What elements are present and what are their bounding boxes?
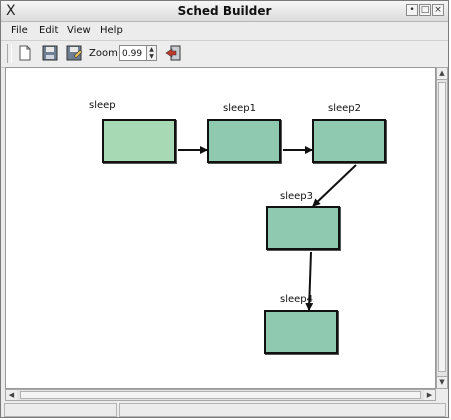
zoom-input[interactable]: 0.99 [119, 45, 147, 61]
vertical-scroll-thumb[interactable] [438, 82, 446, 372]
window-title: Sched Builder [177, 4, 272, 18]
save-as-icon [66, 45, 83, 61]
chevron-down-icon[interactable]: ▼ [147, 53, 156, 60]
title-bar[interactable]: X Sched Builder • □ × [1, 1, 448, 22]
status-cell-left [4, 403, 117, 417]
node-label-sleep4: sleep4 [280, 294, 314, 305]
scroll-down-icon[interactable]: ▼ [437, 376, 447, 388]
menu-view[interactable]: View [67, 25, 91, 37]
zoom-stepper[interactable]: ▲ ▼ [147, 45, 157, 61]
close-button[interactable]: × [432, 4, 444, 16]
export-button[interactable] [164, 44, 182, 62]
vertical-scrollbar[interactable]: ▲ ▼ [436, 67, 448, 389]
scroll-left-icon[interactable]: ◀ [6, 390, 17, 400]
maximize-button[interactable]: □ [419, 4, 431, 16]
scroll-corner [436, 389, 448, 401]
node-label-sleep2: sleep2 [328, 103, 362, 114]
scroll-right-icon[interactable]: ▶ [424, 390, 435, 400]
node-sleep[interactable] [102, 119, 176, 163]
app-window: X Sched Builder • □ × File Edit View Hel… [0, 0, 449, 418]
graph-canvas[interactable]: sleep sleep1 sleep2 sleep3 sleep4 [5, 67, 436, 389]
toolbar: Zoom 0.99 ▲ ▼ [1, 40, 448, 68]
node-sleep2[interactable] [312, 119, 386, 163]
menu-edit[interactable]: Edit [39, 25, 58, 37]
menu-file[interactable]: File [11, 25, 28, 37]
menu-bar: File Edit View Help [1, 22, 448, 40]
node-sleep1[interactable] [207, 119, 281, 163]
menu-help[interactable]: Help [100, 25, 123, 37]
zoom-label: Zoom [89, 48, 118, 59]
save-as-button[interactable] [65, 44, 83, 62]
export-icon [165, 45, 181, 61]
graph-edges [178, 146, 357, 311]
node-label-sleep: sleep [89, 100, 116, 111]
node-sleep3[interactable] [266, 206, 340, 250]
status-cell-right [119, 403, 446, 417]
minimize-button[interactable]: • [406, 4, 418, 16]
toolbar-grip[interactable] [7, 44, 12, 63]
node-label-sleep3: sleep3 [280, 191, 314, 202]
horizontal-scrollbar[interactable]: ◀ ▶ [5, 389, 436, 401]
status-bar [1, 402, 448, 418]
save-button[interactable] [41, 44, 59, 62]
edge-sleep2-sleep3 [312, 164, 357, 207]
node-label-sleep1: sleep1 [223, 103, 257, 114]
node-sleep4[interactable] [264, 310, 338, 354]
chevron-up-icon[interactable]: ▲ [147, 46, 156, 53]
new-file-button[interactable] [16, 44, 34, 62]
horizontal-scroll-thumb[interactable] [20, 391, 421, 399]
save-icon [42, 45, 58, 61]
scroll-up-icon[interactable]: ▲ [437, 68, 447, 80]
new-file-icon [19, 45, 31, 61]
